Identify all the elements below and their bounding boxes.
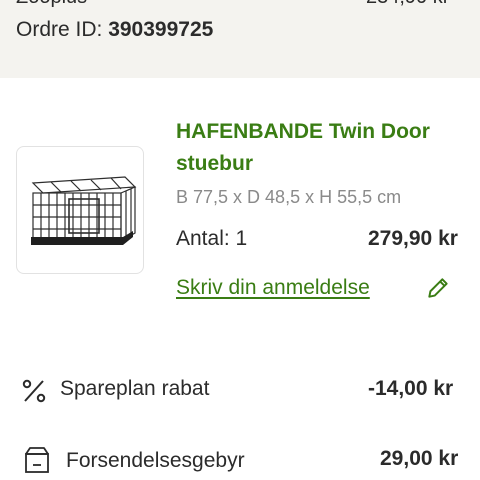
write-review-link[interactable]: Skriv din anmeldelse — [176, 276, 370, 300]
shipping-fee-value: 29,00 kr — [380, 447, 459, 470]
product-dimensions: B 77,5 x D 48,5 x H 55,5 cm — [176, 187, 402, 207]
order-header: Zooplus 234,90 kr Ordre ID: 390399725 — [0, 0, 480, 78]
savings-plan-discount-label: Spareplan rabat — [60, 377, 210, 400]
savings-plan-discount-value: -14,00 kr — [368, 377, 454, 400]
previous-item-name: Zooplus — [16, 0, 87, 9]
previous-item-price: 234,90 kr — [366, 0, 449, 9]
product-quantity: Antal: 1 — [176, 227, 248, 250]
order-id-label: Ordre ID: — [16, 18, 103, 41]
order-id-value: 390399725 — [108, 18, 214, 41]
shipping-fee-label: Forsendelsesgebyr — [66, 449, 245, 472]
product-image[interactable] — [16, 146, 144, 274]
pencil-icon[interactable] — [425, 275, 451, 301]
order-id: Ordre ID: 390399725 — [16, 18, 213, 42]
dog-crate-image — [31, 176, 137, 245]
package-icon — [25, 447, 49, 473]
product-price: 279,90 kr — [368, 227, 458, 250]
percent-icon — [22, 379, 46, 403]
product-title-link[interactable]: HAFENBANDE Twin Door stuebur — [176, 116, 476, 180]
